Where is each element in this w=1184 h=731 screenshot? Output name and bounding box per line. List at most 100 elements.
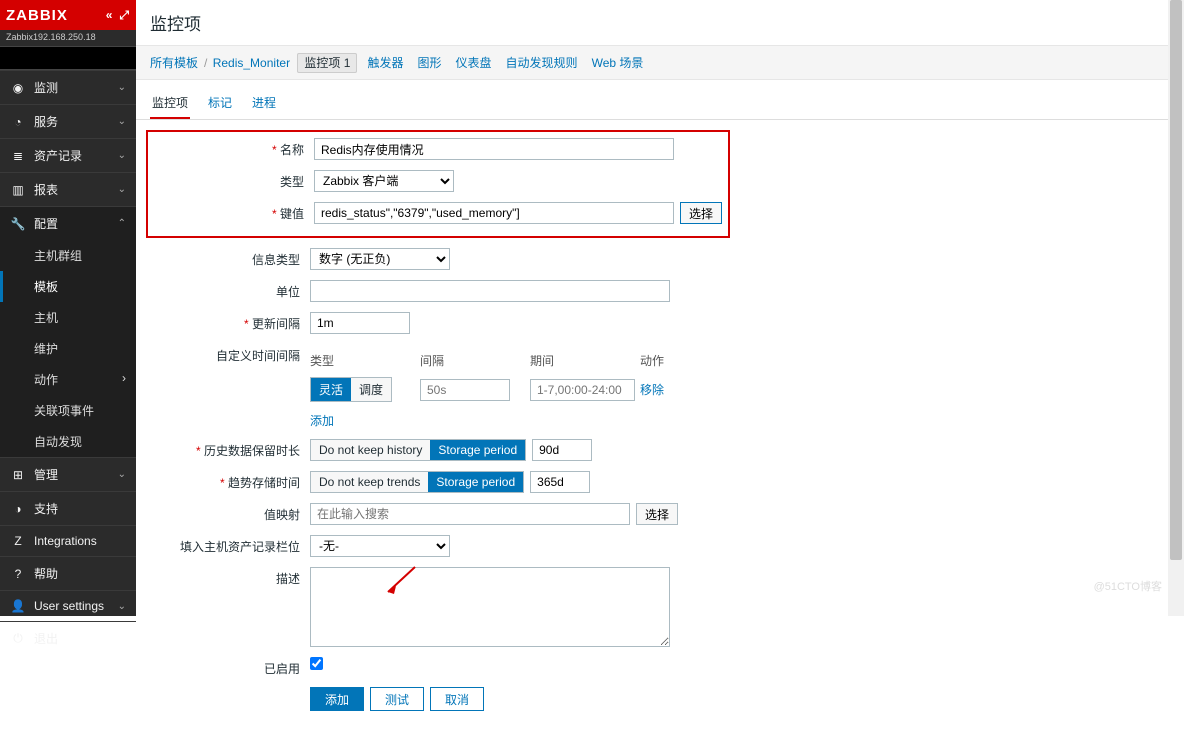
description-textarea[interactable]: [310, 567, 670, 647]
menu-monitor[interactable]: ◉监测⌄: [0, 71, 136, 104]
bc-graphs[interactable]: 图形: [417, 56, 441, 70]
unit-input[interactable]: [310, 280, 670, 302]
history-toggle[interactable]: Do not keep historyStorage period: [310, 439, 526, 461]
bc-web[interactable]: Web 场景: [592, 56, 644, 70]
power-icon: ⏻: [10, 631, 26, 646]
label-inventory: 填入主机资产记录栏位: [150, 535, 310, 555]
sub-templates[interactable]: 模板: [0, 271, 136, 302]
label-type: 类型: [154, 170, 314, 190]
sidebar: ZABBIX « ⤢ Zabbix192.168.250.18 🔍 ◉监测⌄ ◔…: [0, 0, 136, 616]
bc-discovery[interactable]: 自动发现规则: [506, 56, 578, 70]
wrench-icon: 🔧: [10, 217, 26, 231]
interval-header: 类型间隔期间动作: [310, 348, 750, 373]
sub-hostgroups[interactable]: 主机群组: [0, 240, 136, 271]
trends-toggle[interactable]: Do not keep trendsStorage period: [310, 471, 524, 493]
interval-row: 灵活调度 移除: [310, 373, 750, 406]
clock-icon: ◔: [10, 115, 26, 129]
chevron-right-icon: ›: [122, 371, 126, 388]
interval-period-input[interactable]: [530, 379, 635, 401]
menu-integrations[interactable]: ZIntegrations: [0, 526, 136, 556]
bc-current: 监控项 1: [297, 53, 357, 73]
sub-correlation[interactable]: 关联项事件: [0, 395, 136, 426]
collapse-icon[interactable]: «: [106, 8, 114, 23]
info-select[interactable]: 数字 (无正负): [310, 248, 450, 270]
menu-support[interactable]: ◑支持: [0, 492, 136, 525]
watermark: @51CTO博客: [1094, 578, 1162, 594]
main-content: 监控项 所有模板/ Redis_Moniter 监控项 1 触发器 图形 仪表盘…: [136, 0, 1168, 616]
bc-all-templates[interactable]: 所有模板: [150, 56, 198, 70]
user-icon: 👤: [10, 599, 26, 613]
label-unit: 单位: [150, 280, 310, 300]
test-button[interactable]: 测试: [370, 687, 424, 711]
chevron-up-icon: ⌃: [118, 218, 126, 229]
menu-inventory[interactable]: ≣资产记录⌄: [0, 139, 136, 172]
help-icon: ?: [10, 567, 26, 581]
sub-hosts[interactable]: 主机: [0, 302, 136, 333]
enabled-checkbox[interactable]: [310, 657, 323, 670]
highlight-box: 名称 类型 Zabbix 客户端 键值 选择: [146, 130, 730, 238]
label-valuemap: 值映射: [150, 503, 310, 523]
label-enabled: 已启用: [150, 657, 310, 677]
z-icon: Z: [10, 534, 26, 548]
cancel-button[interactable]: 取消: [430, 687, 484, 711]
interval-add-link[interactable]: 添加: [310, 414, 334, 428]
label-interval: 更新间隔: [150, 312, 310, 332]
menu-logout[interactable]: ⏻退出: [0, 622, 136, 655]
name-input[interactable]: [314, 138, 674, 160]
valuemap-input[interactable]: [310, 503, 630, 525]
sub-actions[interactable]: 动作›: [0, 364, 136, 395]
list-icon: ≣: [10, 149, 26, 163]
label-key: 键值: [154, 202, 314, 222]
logo-text: ZABBIX: [6, 7, 68, 24]
sub-discovery[interactable]: 自动发现: [0, 426, 136, 457]
sub-maintenance[interactable]: 维护: [0, 333, 136, 364]
item-form: 名称 类型 Zabbix 客户端 键值 选择 信息类型 数字 (无正负) 单位: [136, 120, 1168, 731]
search-input[interactable]: [6, 52, 148, 64]
menu-help[interactable]: ?帮助: [0, 557, 136, 590]
key-input[interactable]: [314, 202, 674, 224]
menu-user[interactable]: 👤User settings⌄: [0, 591, 136, 621]
valuemap-select-button[interactable]: 选择: [636, 503, 678, 525]
page-title: 监控项: [136, 0, 1168, 46]
label-trends: 趋势存储时间: [150, 471, 310, 491]
label-history: 历史数据保留时长: [150, 439, 310, 459]
breadcrumb: 所有模板/ Redis_Moniter 监控项 1 触发器 图形 仪表盘 自动发…: [136, 46, 1168, 80]
bc-dashboards[interactable]: 仪表盘: [456, 56, 492, 70]
bc-template[interactable]: Redis_Moniter: [213, 56, 290, 70]
bc-triggers[interactable]: 触发器: [367, 56, 403, 70]
interval-remove-link[interactable]: 移除: [640, 383, 664, 397]
fullscreen-icon[interactable]: ⤢: [119, 8, 130, 23]
headset-icon: ◑: [10, 502, 26, 516]
search-box[interactable]: 🔍: [0, 46, 136, 70]
add-button[interactable]: 添加: [310, 687, 364, 711]
tab-tags[interactable]: 标记: [206, 86, 234, 119]
chart-icon: ▥: [10, 183, 26, 197]
type-select[interactable]: Zabbix 客户端: [314, 170, 454, 192]
history-value-input[interactable]: [532, 439, 592, 461]
main-menu: ◉监测⌄ ◔服务⌄ ≣资产记录⌄ ▥报表⌄ 🔧配置⌃ 主机群组 模板 主机 维护…: [0, 70, 136, 655]
eye-icon: ◉: [10, 81, 26, 95]
scrollbar[interactable]: [1168, 0, 1184, 616]
gear-icon: ⊞: [10, 468, 26, 482]
label-description: 描述: [150, 567, 310, 587]
label-info: 信息类型: [150, 248, 310, 268]
interval-input[interactable]: [310, 312, 410, 334]
inner-tabs: 监控项 标记 进程: [136, 86, 1168, 120]
logo-bar: ZABBIX « ⤢: [0, 0, 136, 30]
trends-value-input[interactable]: [530, 471, 590, 493]
chevron-down-icon: ⌄: [118, 82, 126, 93]
scrollthumb[interactable]: [1170, 0, 1182, 560]
config-submenu: 主机群组 模板 主机 维护 动作› 关联项事件 自动发现: [0, 240, 136, 457]
menu-services[interactable]: ◔服务⌄: [0, 105, 136, 138]
menu-reports[interactable]: ▥报表⌄: [0, 173, 136, 206]
interval-delay-input[interactable]: [420, 379, 510, 401]
interval-type-toggle[interactable]: 灵活调度: [310, 377, 392, 402]
tab-process[interactable]: 进程: [250, 86, 278, 119]
menu-admin[interactable]: ⊞管理⌄: [0, 458, 136, 491]
key-select-button[interactable]: 选择: [680, 202, 722, 224]
inventory-select[interactable]: -无-: [310, 535, 450, 557]
server-address: Zabbix192.168.250.18: [0, 30, 136, 46]
menu-config[interactable]: 🔧配置⌃: [0, 207, 136, 240]
tab-item[interactable]: 监控项: [150, 86, 190, 119]
label-custom-interval: 自定义时间间隔: [150, 344, 310, 364]
